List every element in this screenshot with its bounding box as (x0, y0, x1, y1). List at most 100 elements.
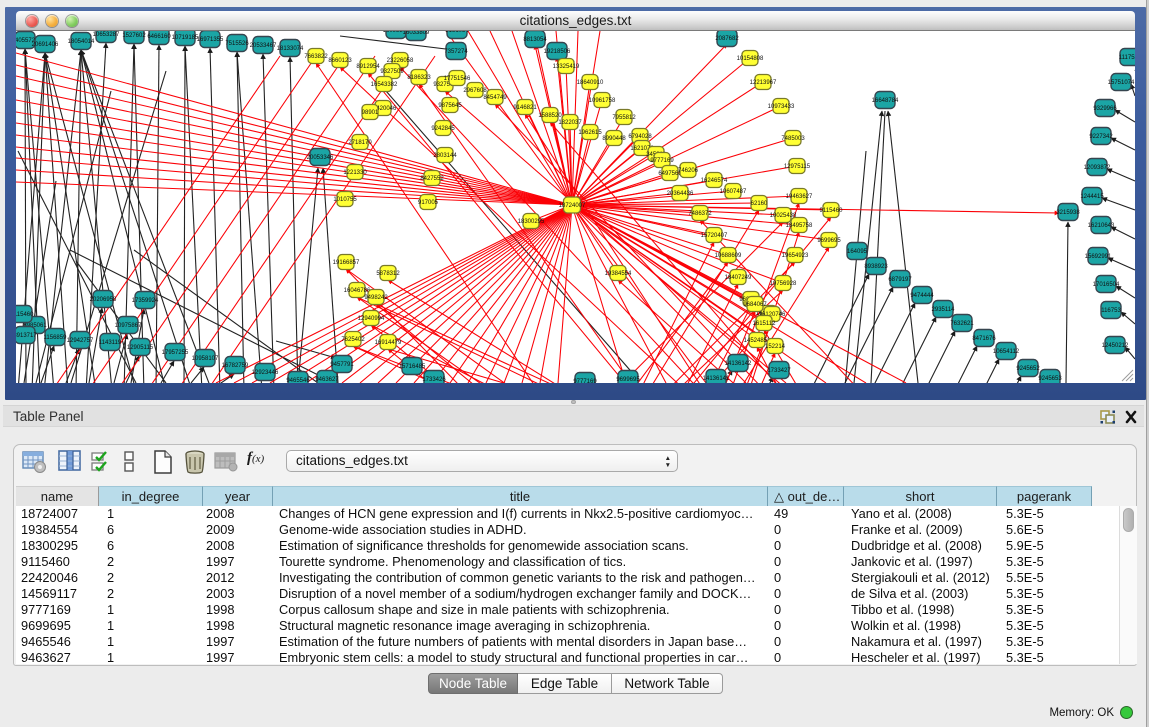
svg-text:10975867: 10975867 (115, 323, 142, 329)
svg-text:12450212: 12450212 (1102, 343, 1129, 349)
svg-text:8813054: 8813054 (523, 37, 547, 43)
svg-text:9115460: 9115460 (16, 312, 34, 318)
svg-text:62160: 62160 (751, 201, 768, 207)
svg-text:3215938: 3215938 (1056, 210, 1080, 216)
svg-text:12975115: 12975115 (784, 164, 811, 170)
svg-text:16782759: 16782759 (222, 363, 249, 369)
svg-text:917005: 917005 (418, 200, 439, 206)
svg-text:9699695: 9699695 (817, 238, 841, 244)
svg-text:17751546: 17751546 (444, 76, 471, 82)
svg-text:20206958: 20206958 (90, 297, 117, 303)
svg-text:2935114: 2935114 (932, 307, 956, 313)
svg-text:6879197: 6879197 (888, 277, 912, 283)
svg-text:16033809: 16033809 (403, 31, 430, 36)
svg-text:5878312: 5878312 (376, 271, 400, 277)
svg-text:10653287: 10653287 (93, 32, 120, 38)
svg-text:12940994: 12940994 (358, 316, 385, 322)
svg-text:8454749: 8454749 (483, 95, 507, 101)
svg-text:17016504: 17016504 (1093, 282, 1120, 288)
svg-text:9245652: 9245652 (1016, 366, 1040, 372)
svg-text:1822037: 1822037 (558, 120, 582, 126)
svg-text:10154808: 10154808 (737, 56, 764, 62)
svg-text:20364436: 20364436 (667, 191, 694, 197)
svg-text:18407249: 18407249 (725, 275, 752, 281)
svg-text:12213967: 12213967 (750, 80, 777, 86)
svg-text:9474444: 9474444 (910, 293, 934, 299)
svg-text:16046786: 16046786 (344, 288, 371, 294)
svg-text:19384554: 19384554 (605, 271, 632, 277)
svg-text:9227342: 9227342 (1089, 134, 1113, 140)
svg-text:18724007: 18724007 (559, 203, 586, 209)
svg-text:8660123: 8660123 (328, 58, 352, 64)
svg-text:10654112: 10654112 (993, 349, 1020, 355)
svg-text:9242845: 9242845 (431, 126, 455, 132)
svg-text:16648784: 16648784 (872, 98, 899, 104)
svg-text:2087682: 2087682 (715, 36, 739, 42)
svg-text:16210643: 16210643 (1088, 223, 1115, 229)
svg-text:9465546: 9465546 (286, 378, 310, 383)
svg-text:9498242: 9498242 (364, 295, 388, 301)
svg-text:9463627: 9463627 (315, 377, 339, 383)
svg-text:15716485: 15716485 (399, 364, 426, 370)
svg-text:16914479: 16914479 (375, 340, 402, 346)
svg-text:18300295: 18300295 (518, 219, 545, 225)
svg-text:1733427: 1733427 (767, 368, 791, 374)
svg-text:1244415: 1244415 (1080, 194, 1104, 200)
svg-text:19463627: 19463627 (786, 194, 813, 200)
svg-text:746206: 746206 (678, 168, 699, 174)
svg-text:1962615: 1962615 (578, 130, 602, 136)
svg-text:8131054: 8131054 (445, 31, 469, 34)
svg-text:7485003: 7485003 (781, 136, 805, 142)
svg-text:7515526: 7515526 (225, 41, 249, 47)
svg-text:9777169: 9777169 (650, 158, 674, 164)
svg-text:2967608: 2967608 (463, 88, 487, 94)
svg-text:10719185: 10719185 (172, 35, 199, 41)
svg-text:9699695: 9699695 (616, 377, 640, 383)
svg-text:16543382: 16543382 (371, 82, 398, 88)
svg-text:9457791: 9457791 (330, 362, 354, 368)
svg-text:10958107: 10958107 (192, 356, 219, 362)
svg-text:9327509: 9327509 (380, 69, 404, 75)
svg-text:17359924: 17359924 (132, 298, 159, 304)
svg-text:164095: 164095 (847, 249, 868, 255)
svg-text:7486372: 7486372 (688, 211, 712, 217)
svg-text:1733426: 1733426 (422, 377, 446, 383)
svg-text:9115460: 9115460 (820, 208, 844, 214)
svg-text:20533467: 20533467 (250, 43, 277, 49)
svg-text:2718170: 2718170 (348, 140, 372, 146)
svg-text:1615112: 1615112 (753, 321, 777, 327)
svg-text:19756928: 19756928 (770, 281, 797, 287)
svg-text:13325419: 13325419 (553, 64, 580, 70)
svg-text:8990448: 8990448 (602, 136, 626, 142)
svg-text:7625402: 7625402 (341, 337, 365, 343)
svg-text:12923446: 12923446 (252, 370, 279, 376)
svg-text:7632621: 7632621 (950, 321, 974, 327)
svg-text:7357274: 7357274 (444, 49, 468, 55)
svg-text:1156859: 1156859 (44, 335, 68, 341)
svg-text:7663822: 7663822 (304, 54, 328, 60)
svg-text:9329966: 9329966 (1093, 106, 1117, 112)
svg-text:8938923: 8938923 (864, 264, 888, 270)
svg-text:16246574: 16246574 (701, 178, 728, 184)
svg-text:1117532: 1117532 (1119, 55, 1135, 61)
svg-text:8427552: 8427552 (420, 176, 444, 182)
svg-text:15720407: 15720407 (701, 233, 728, 239)
svg-text:20691406: 20691406 (32, 42, 59, 48)
svg-text:18640910: 18640910 (577, 80, 604, 86)
svg-text:9146821: 9146821 (513, 105, 537, 111)
svg-text:20053346: 20053346 (307, 155, 334, 161)
svg-text:12942757: 12942757 (67, 338, 94, 344)
svg-text:9777169: 9777169 (573, 379, 597, 383)
svg-text:1143119: 1143119 (99, 340, 122, 346)
svg-text:9684067: 9684067 (743, 302, 767, 308)
svg-text:19654923: 19654923 (782, 253, 809, 259)
svg-text:12905115: 12905115 (127, 345, 154, 351)
svg-text:7955812: 7955812 (612, 115, 636, 121)
svg-text:18495758: 18495758 (786, 223, 813, 229)
svg-text:15692991: 15692991 (1085, 254, 1112, 260)
svg-text:14136142: 14136142 (725, 361, 752, 367)
svg-text:9875645: 9875645 (438, 103, 462, 109)
svg-text:8471676: 8471676 (972, 336, 996, 342)
svg-text:12093872: 12093872 (1084, 165, 1111, 171)
svg-text:9245653: 9245653 (1038, 376, 1062, 382)
